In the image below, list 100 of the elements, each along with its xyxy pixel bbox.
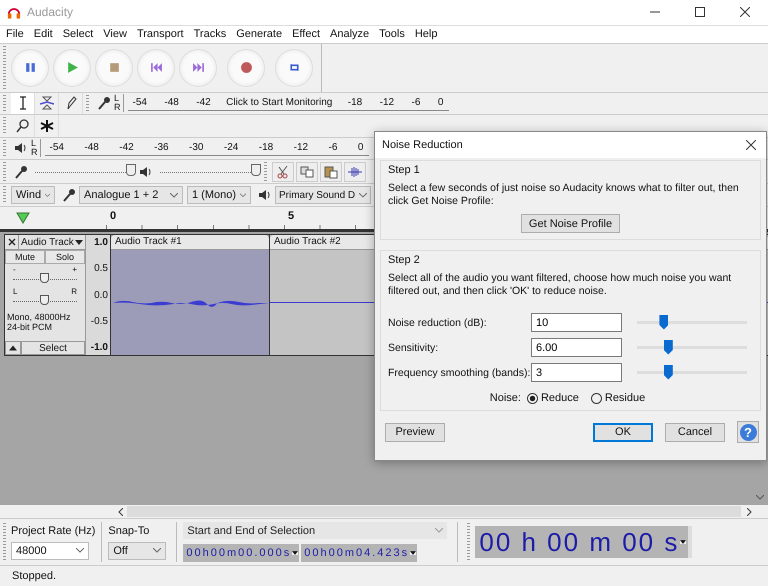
project-rate-dropdown[interactable]: 48000 bbox=[11, 542, 89, 560]
ok-button[interactable]: OK bbox=[593, 422, 653, 442]
paste-button[interactable] bbox=[320, 162, 342, 182]
menu-item[interactable]: Select bbox=[62, 28, 94, 40]
input-device-dropdown[interactable]: Analogue 1 + 2 bbox=[79, 186, 183, 204]
meter-tick: -42 bbox=[118, 142, 135, 154]
recording-meter[interactable]: -54 -48 -42 Click to Start Monitoring -18 -12 -6 0 bbox=[128, 96, 448, 111]
selection-end-time[interactable]: 00h00m04.423s bbox=[301, 544, 418, 562]
skip-to-start-button[interactable] bbox=[137, 48, 175, 87]
menu-item[interactable]: Analyze bbox=[330, 28, 370, 40]
slider-thumb[interactable] bbox=[251, 164, 261, 176]
horizontal-scrollbar[interactable] bbox=[127, 506, 741, 518]
envelope-icon bbox=[40, 96, 54, 110]
menu-item[interactable]: Tools bbox=[379, 28, 405, 40]
meter-tick: 0 bbox=[356, 142, 364, 154]
menu-item[interactable]: File bbox=[6, 28, 24, 40]
skip-to-end-button[interactable] bbox=[179, 48, 217, 87]
parameter-input[interactable]: 6.00 bbox=[531, 338, 622, 357]
triangle-up-icon bbox=[9, 344, 17, 352]
menu-item[interactable]: Tracks bbox=[194, 28, 226, 40]
play-head-icon[interactable] bbox=[16, 212, 30, 224]
menu-item[interactable]: Edit bbox=[34, 28, 53, 40]
slider-thumb[interactable] bbox=[659, 314, 668, 330]
grip-handle[interactable] bbox=[467, 523, 470, 562]
grip-handle[interactable] bbox=[3, 523, 6, 562]
record-button[interactable] bbox=[227, 48, 265, 87]
menu-item[interactable]: Help bbox=[414, 28, 438, 40]
audio-position-time[interactable]: 00 h 00 m 00 s bbox=[475, 526, 692, 558]
menu-item[interactable]: Transport bbox=[136, 28, 184, 40]
meter-tick: -36 bbox=[153, 142, 170, 154]
grip-handle[interactable] bbox=[3, 46, 6, 90]
microphone-icon[interactable] bbox=[14, 164, 28, 179]
audio-clip[interactable]: Audio Track #1 bbox=[111, 235, 270, 356]
get-noise-profile-button[interactable]: Get Noise Profile bbox=[520, 214, 620, 233]
menu-item[interactable]: Generate bbox=[236, 28, 282, 40]
scroll-down-icon[interactable] bbox=[756, 495, 764, 500]
speaker-icon[interactable] bbox=[139, 164, 153, 179]
speaker-icon[interactable] bbox=[14, 141, 28, 156]
select-button[interactable]: Select bbox=[21, 341, 85, 356]
grip-handle[interactable] bbox=[3, 116, 6, 135]
mute-button[interactable]: Mute bbox=[5, 250, 45, 264]
monitoring-prompt[interactable]: Click to Start Monitoring bbox=[226, 97, 332, 108]
caret-icon bbox=[680, 540, 686, 544]
selection-mode-dropdown[interactable]: Start and End of Selection bbox=[183, 522, 448, 540]
grip-handle[interactable] bbox=[3, 140, 6, 158]
radio-label: Reduce bbox=[540, 392, 579, 404]
selection-tool[interactable] bbox=[11, 92, 35, 114]
close-icon[interactable] bbox=[740, 7, 750, 18]
microphone-icon[interactable] bbox=[62, 188, 76, 202]
instruction-text: Select all of the audio you want filtered, choose how much noise you want filtered out, and then click 'OK' to reduce noise. bbox=[388, 272, 732, 298]
menu-item[interactable]: Effect bbox=[292, 28, 320, 40]
audio-host-dropdown[interactable]: Wind bbox=[11, 186, 55, 204]
meter-tick: -42 bbox=[195, 97, 212, 108]
slider-thumb[interactable] bbox=[664, 340, 673, 354]
channels-dropdown[interactable]: 1 (Mono) bbox=[187, 186, 251, 204]
solo-button[interactable]: Solo bbox=[45, 250, 85, 264]
selection-start-time[interactable]: 00h00m00.000s bbox=[183, 544, 300, 562]
output-device-dropdown[interactable]: Primary Sound D bbox=[275, 186, 371, 204]
scissors-icon bbox=[276, 164, 290, 179]
gain-slider-thumb[interactable] bbox=[40, 273, 50, 284]
radio-button[interactable] bbox=[526, 392, 538, 404]
menu-item[interactable]: View bbox=[103, 28, 127, 40]
collapse-button[interactable] bbox=[5, 341, 21, 356]
scissors-button[interactable] bbox=[272, 162, 294, 182]
pause-button[interactable] bbox=[11, 48, 49, 87]
skip-back-icon bbox=[150, 61, 162, 74]
radio-label: Residue bbox=[604, 392, 646, 404]
loop-button[interactable] bbox=[275, 48, 313, 87]
microphone-icon[interactable] bbox=[97, 96, 111, 110]
chevron-icon bbox=[435, 528, 444, 534]
record-icon bbox=[240, 61, 252, 74]
parameter-input[interactable]: 3 bbox=[531, 363, 622, 382]
grip-handle[interactable] bbox=[86, 94, 89, 112]
radio-option[interactable]: Residue bbox=[590, 392, 646, 404]
scroll-right-icon[interactable] bbox=[747, 508, 752, 516]
snap-to-dropdown[interactable]: Off bbox=[108, 542, 166, 560]
radio-button[interactable] bbox=[590, 392, 602, 404]
parameter-label: Frequency smoothing (bands): bbox=[388, 366, 531, 378]
chevron-icon bbox=[76, 548, 84, 554]
trim-button[interactable] bbox=[344, 162, 366, 182]
preview-button[interactable]: Preview bbox=[385, 422, 445, 442]
cancel-button[interactable]: Cancel bbox=[665, 422, 725, 442]
clip-header[interactable]: Audio Track #1 bbox=[111, 235, 269, 250]
grip-handle[interactable] bbox=[3, 186, 6, 204]
scroll-left-icon[interactable] bbox=[118, 508, 123, 516]
play-button[interactable] bbox=[53, 48, 91, 87]
grip-handle[interactable] bbox=[3, 94, 6, 112]
grip-handle[interactable] bbox=[3, 162, 6, 182]
maximize-icon[interactable] bbox=[695, 7, 705, 18]
parameter-input[interactable]: 10 bbox=[531, 313, 622, 332]
speaker-icon[interactable] bbox=[258, 188, 272, 202]
radio-option[interactable]: Reduce bbox=[526, 392, 579, 404]
copy-button[interactable] bbox=[296, 162, 318, 182]
help-button[interactable]: ? bbox=[737, 421, 759, 443]
playback-meter[interactable]: -54 -48 -42 -36 -30 -24 -18 -12 -6 0 bbox=[44, 140, 368, 156]
slider-thumb[interactable] bbox=[664, 364, 673, 380]
pan-slider-thumb[interactable] bbox=[40, 295, 50, 306]
close-icon[interactable] bbox=[746, 140, 756, 150]
slider-thumb[interactable] bbox=[126, 164, 136, 176]
grip-handle[interactable] bbox=[264, 162, 267, 182]
